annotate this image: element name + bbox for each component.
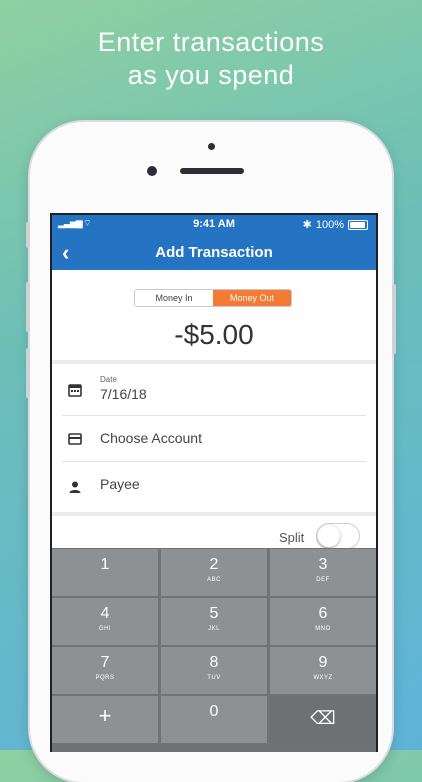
account-field[interactable]: Choose Account (52, 415, 376, 461)
money-out-segment[interactable]: Money Out (213, 290, 291, 306)
power-button (392, 284, 396, 354)
keypad-key[interactable]: 9 WXYZ (270, 647, 376, 694)
date-value: 7/16/18 (100, 386, 147, 402)
keypad-letters: GHI (98, 626, 112, 632)
keypad-letters: JKL (208, 626, 220, 632)
row-divider (62, 461, 366, 462)
status-bar: ▂▃▅▆ ⌔ 9:41 AM ✱ 100% (52, 215, 376, 234)
volume-down-button (26, 348, 30, 398)
keypad-key[interactable]: ⌫ (270, 696, 376, 743)
calendar-icon (68, 384, 82, 397)
keypad-digit: 4 (100, 605, 110, 622)
keypad-letters: DEF (316, 577, 330, 583)
headline-line2: as you spend (127, 60, 295, 90)
keypad-key[interactable]: 5 JKL (161, 598, 267, 645)
payee-field[interactable]: Payee (52, 463, 376, 509)
keypad-letters: ABC (207, 577, 221, 583)
credit-card-icon (68, 433, 82, 445)
nav-bar: ‹ Add Transaction (52, 234, 376, 270)
front-camera (147, 166, 157, 176)
bluetooth-icon: ✱ (302, 219, 312, 231)
keypad-key[interactable]: 4 GHI (52, 598, 158, 645)
volume-up-button (26, 282, 30, 332)
person-icon (69, 481, 81, 493)
earpiece-speaker (180, 168, 244, 174)
account-placeholder: Choose Account (100, 430, 202, 446)
keypad-key[interactable]: 8 TUV (161, 647, 267, 694)
payee-placeholder: Payee (100, 476, 140, 492)
split-label: Split (279, 530, 305, 545)
keypad-letters: TUV (207, 675, 221, 681)
keypad-key[interactable]: 3 DEF (270, 549, 376, 596)
numeric-keypad: 1 2 ABC 3 DEF 4 GHI 5 JKL 6 MNO 7 PQRS 8 TUV 9 WXYZ +0 ⌫ (52, 548, 376, 752)
keypad-digit: 0 (209, 703, 219, 720)
amount-display[interactable]: -$5.00 (52, 319, 376, 351)
date-label: Date (100, 375, 117, 384)
battery-icon (348, 219, 368, 230)
delete-icon: ⌫ (310, 708, 336, 728)
keypad-key[interactable]: 1 (52, 549, 158, 596)
keypad-digit: 7 (100, 654, 110, 671)
money-direction-toggle: Money In Money Out (134, 289, 292, 307)
date-field[interactable]: Date 7/16/18 (52, 365, 376, 415)
keypad-letters: MNO (315, 626, 331, 632)
keypad-key[interactable]: 7 PQRS (52, 647, 158, 694)
keypad-digit: 8 (209, 654, 219, 671)
keypad-key[interactable]: 0 (161, 696, 267, 743)
keypad-digit: 5 (209, 605, 219, 622)
headline: Enter transactions as you spend (0, 26, 422, 92)
mute-switch (26, 222, 30, 248)
section-divider (52, 512, 376, 516)
headline-line1: Enter transactions (97, 27, 325, 57)
keypad-key[interactable]: 6 MNO (270, 598, 376, 645)
keypad-digit: 3 (318, 556, 328, 573)
split-switch-knob (318, 525, 340, 547)
keypad-digit: 1 (100, 556, 110, 573)
keypad-digit: 6 (318, 605, 328, 622)
money-in-segment[interactable]: Money In (135, 290, 213, 306)
page-title: Add Transaction (155, 244, 273, 261)
split-switch[interactable] (316, 523, 360, 549)
keypad-letters: WXYZ (313, 675, 333, 681)
section-divider (52, 360, 376, 364)
keypad-key[interactable]: 2 ABC (161, 549, 267, 596)
keypad-digit: 9 (318, 654, 328, 671)
app-screen: ▂▃▅▆ ⌔ 9:41 AM ✱ 100% ‹ Add Transaction … (50, 213, 378, 752)
keypad-letters: PQRS (95, 675, 115, 681)
plus-icon: + (98, 703, 112, 728)
status-right: ✱ 100% (303, 218, 368, 231)
battery-percent: 100% (315, 218, 344, 231)
proximity-sensor (208, 143, 215, 150)
keypad-digit: 2 (209, 556, 219, 573)
keypad-key[interactable]: + (52, 696, 158, 743)
